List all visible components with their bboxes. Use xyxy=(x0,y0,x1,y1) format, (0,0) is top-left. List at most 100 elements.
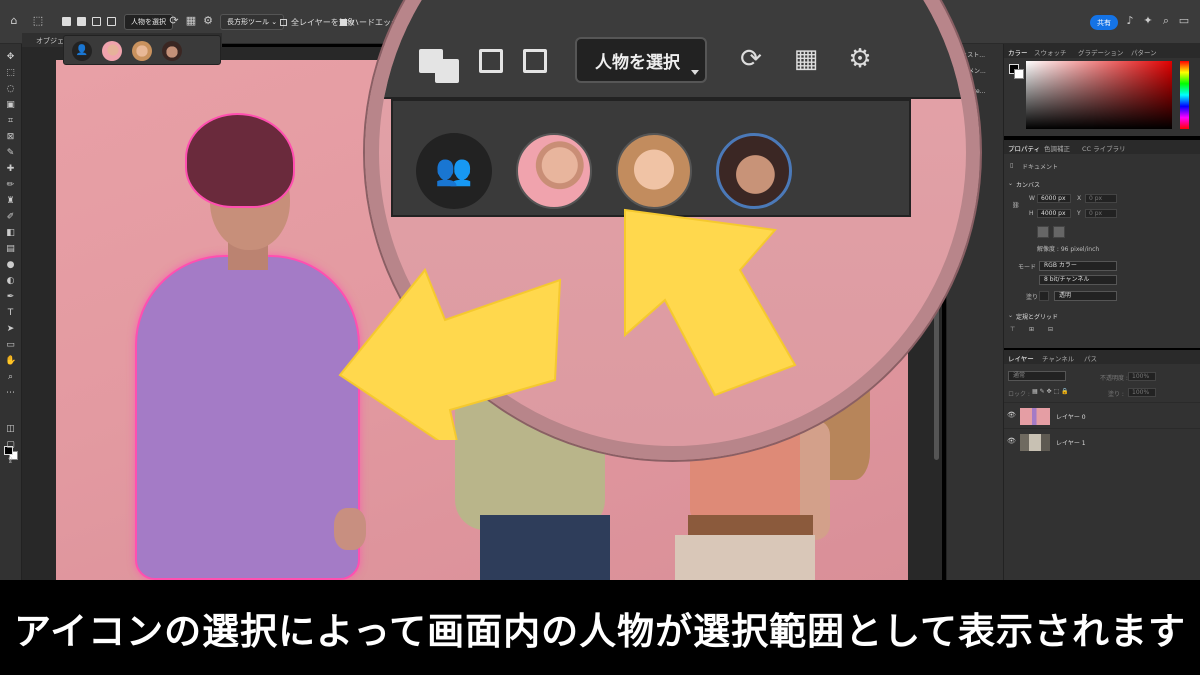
mask-icon[interactable]: ▦ xyxy=(185,15,197,27)
bell-icon[interactable]: ♪ xyxy=(1124,15,1136,27)
portrait-icon[interactable] xyxy=(1037,226,1049,238)
dodge-tool-icon[interactable]: ◐ xyxy=(5,276,16,287)
background-color-chip[interactable] xyxy=(1014,69,1024,79)
refresh-icon[interactable]: ⟳ xyxy=(168,15,180,27)
brush-tool-icon[interactable]: ✏ xyxy=(5,180,16,191)
fill-swatch[interactable] xyxy=(1039,291,1049,301)
tab-paths[interactable]: パス xyxy=(1084,353,1097,363)
person-avatar-2[interactable] xyxy=(616,133,692,209)
lock-icons[interactable]: ▦ ✎ ✥ ⬚ 🔒 xyxy=(1032,388,1069,395)
history-brush-icon[interactable]: ✐ xyxy=(5,212,16,223)
people-icon[interactable]: 👤 xyxy=(72,41,92,61)
add-selection-icon[interactable] xyxy=(77,17,86,26)
mask-icon[interactable]: ▦ xyxy=(789,45,823,73)
quick-mask-icon[interactable]: ◫ xyxy=(5,424,16,435)
search-icon[interactable]: ⌕ xyxy=(1160,15,1172,27)
x-field[interactable]: 0 px xyxy=(1085,194,1117,203)
home-icon[interactable]: ⌂ xyxy=(8,15,20,27)
chevron-down-icon[interactable]: ⌄ xyxy=(1008,312,1013,319)
girl-pants xyxy=(675,535,815,580)
person-avatar-1[interactable] xyxy=(516,133,592,209)
intersect-selection-icon[interactable] xyxy=(107,17,116,26)
layers-panel-tabs: レイヤー チャンネル パス xyxy=(1004,350,1200,364)
height-field[interactable]: 4000 px xyxy=(1037,209,1071,218)
layer-row[interactable]: 👁 レイヤー 0 xyxy=(1004,402,1200,428)
healing-tool-icon[interactable]: ✚ xyxy=(5,164,16,175)
lasso-tool-icon[interactable]: ◌ xyxy=(5,84,16,95)
marquee-tool-icon[interactable]: ⬚ xyxy=(5,68,16,79)
lightbulb-icon[interactable]: ✦ xyxy=(1142,15,1154,27)
gear-icon[interactable]: ⚙ xyxy=(843,45,877,73)
fill-value: 透明 xyxy=(1059,292,1072,299)
zoom-tool-icon[interactable]: ⌕ xyxy=(5,372,16,383)
person-avatar-3[interactable] xyxy=(716,133,792,209)
intersect-selection-icon[interactable] xyxy=(523,49,547,73)
bit-depth-dropdown[interactable]: 8 bit/チャンネル xyxy=(1039,275,1117,285)
fill-dropdown[interactable]: 透明 xyxy=(1054,291,1117,301)
blur-tool-icon[interactable]: ● xyxy=(5,260,16,271)
eye-icon[interactable]: 👁 xyxy=(1007,411,1016,419)
tab-patterns[interactable]: パターン xyxy=(1131,47,1157,57)
more-tools-icon[interactable]: ⋯ xyxy=(5,388,16,399)
person-avatar-2[interactable] xyxy=(132,41,152,61)
tab-layers[interactable]: レイヤー xyxy=(1008,353,1034,363)
y-field[interactable]: 0 px xyxy=(1085,209,1117,218)
checkbox-icon[interactable] xyxy=(280,18,287,26)
tab-color[interactable]: カラー xyxy=(1008,47,1028,57)
landscape-icon[interactable] xyxy=(1053,226,1065,238)
eye-icon[interactable]: 👁 xyxy=(1007,437,1016,445)
height-label: H xyxy=(1029,210,1034,217)
subtract-selection-icon[interactable] xyxy=(92,17,101,26)
eyedropper-tool-icon[interactable]: ✎ xyxy=(5,148,16,159)
subtract-selection-icon[interactable] xyxy=(479,49,503,73)
width-field[interactable]: 6000 px xyxy=(1037,194,1071,203)
color-panel-tabs: カラー スウォッチ グラデーション パターン xyxy=(1004,44,1200,58)
grid-icon[interactable]: ⊞ xyxy=(1029,326,1034,333)
frame-tool-icon[interactable]: ⊠ xyxy=(5,132,16,143)
gear-icon[interactable]: ⚙ xyxy=(202,15,214,27)
tab-swatches[interactable]: スウォッチ xyxy=(1034,47,1067,57)
crop-tool-icon[interactable]: ⌗ xyxy=(5,116,16,127)
tool-mode-dropdown[interactable]: 長方形ツール ⌄ xyxy=(220,14,285,30)
hue-slider[interactable] xyxy=(1180,61,1189,129)
shape-tool-icon[interactable]: ▭ xyxy=(5,340,16,351)
select-subject-button[interactable]: 人物を選択 xyxy=(124,14,173,30)
select-subject-button-magnified[interactable]: 人物を選択 xyxy=(575,37,707,83)
tab-gradients[interactable]: グラデーション xyxy=(1078,47,1123,57)
gradient-tool-icon[interactable]: ▤ xyxy=(5,244,16,255)
object-select-tool-icon[interactable]: ▣ xyxy=(5,100,16,111)
tab-cc-libraries[interactable]: CC ライブラリ xyxy=(1082,143,1126,153)
path-select-tool-icon[interactable]: ➤ xyxy=(5,324,16,335)
guides-icon[interactable]: ⊟ xyxy=(1048,326,1053,333)
opacity-field[interactable]: 100% xyxy=(1128,372,1156,381)
layer-fill-field[interactable]: 100% xyxy=(1128,388,1156,397)
tab-channels[interactable]: チャンネル xyxy=(1042,353,1074,363)
chevron-down-icon[interactable]: ⌄ xyxy=(1008,180,1013,187)
hand-tool-icon[interactable]: ✋ xyxy=(5,356,16,367)
screen-mode-icon[interactable]: ▢ xyxy=(5,440,16,451)
share-button[interactable]: 共有 xyxy=(1090,15,1118,30)
layer-row[interactable]: 👁 レイヤー 1 xyxy=(1004,428,1200,454)
move-tool-icon[interactable]: ✥ xyxy=(5,52,16,63)
eraser-tool-icon[interactable]: ◧ xyxy=(5,228,16,239)
stamp-tool-icon[interactable]: ♜ xyxy=(5,196,16,207)
refresh-warning-icon[interactable]: ⟳ xyxy=(734,45,768,73)
color-picker-field[interactable] xyxy=(1026,61,1172,129)
workspace-icon[interactable]: ▭ xyxy=(1178,15,1190,27)
guides-section-title: 定規とグリッド xyxy=(1016,314,1059,321)
person-avatar-3[interactable] xyxy=(162,41,182,61)
pen-tool-icon[interactable]: ✒ xyxy=(5,292,16,303)
checkbox-checked-icon[interactable] xyxy=(340,18,347,26)
new-selection-icon[interactable] xyxy=(62,17,71,26)
tool-preset-icon[interactable]: ⬚ xyxy=(32,15,44,27)
mode-dropdown[interactable]: RGB カラー xyxy=(1039,261,1117,271)
people-icon[interactable]: 👥 xyxy=(416,133,492,209)
blend-mode-dropdown[interactable]: 通常 xyxy=(1008,371,1066,381)
tab-properties[interactable]: プロパティ xyxy=(1008,143,1040,153)
person-avatar-1[interactable] xyxy=(102,41,122,61)
ruler-icon[interactable]: ⊤ xyxy=(1010,326,1015,333)
link-icon[interactable]: ⛓ xyxy=(1012,202,1020,209)
type-tool-icon[interactable]: T xyxy=(5,308,16,319)
share-screen-icon[interactable]: ⇪ xyxy=(5,456,16,467)
tab-adjustments[interactable]: 色調補正 xyxy=(1044,143,1070,153)
